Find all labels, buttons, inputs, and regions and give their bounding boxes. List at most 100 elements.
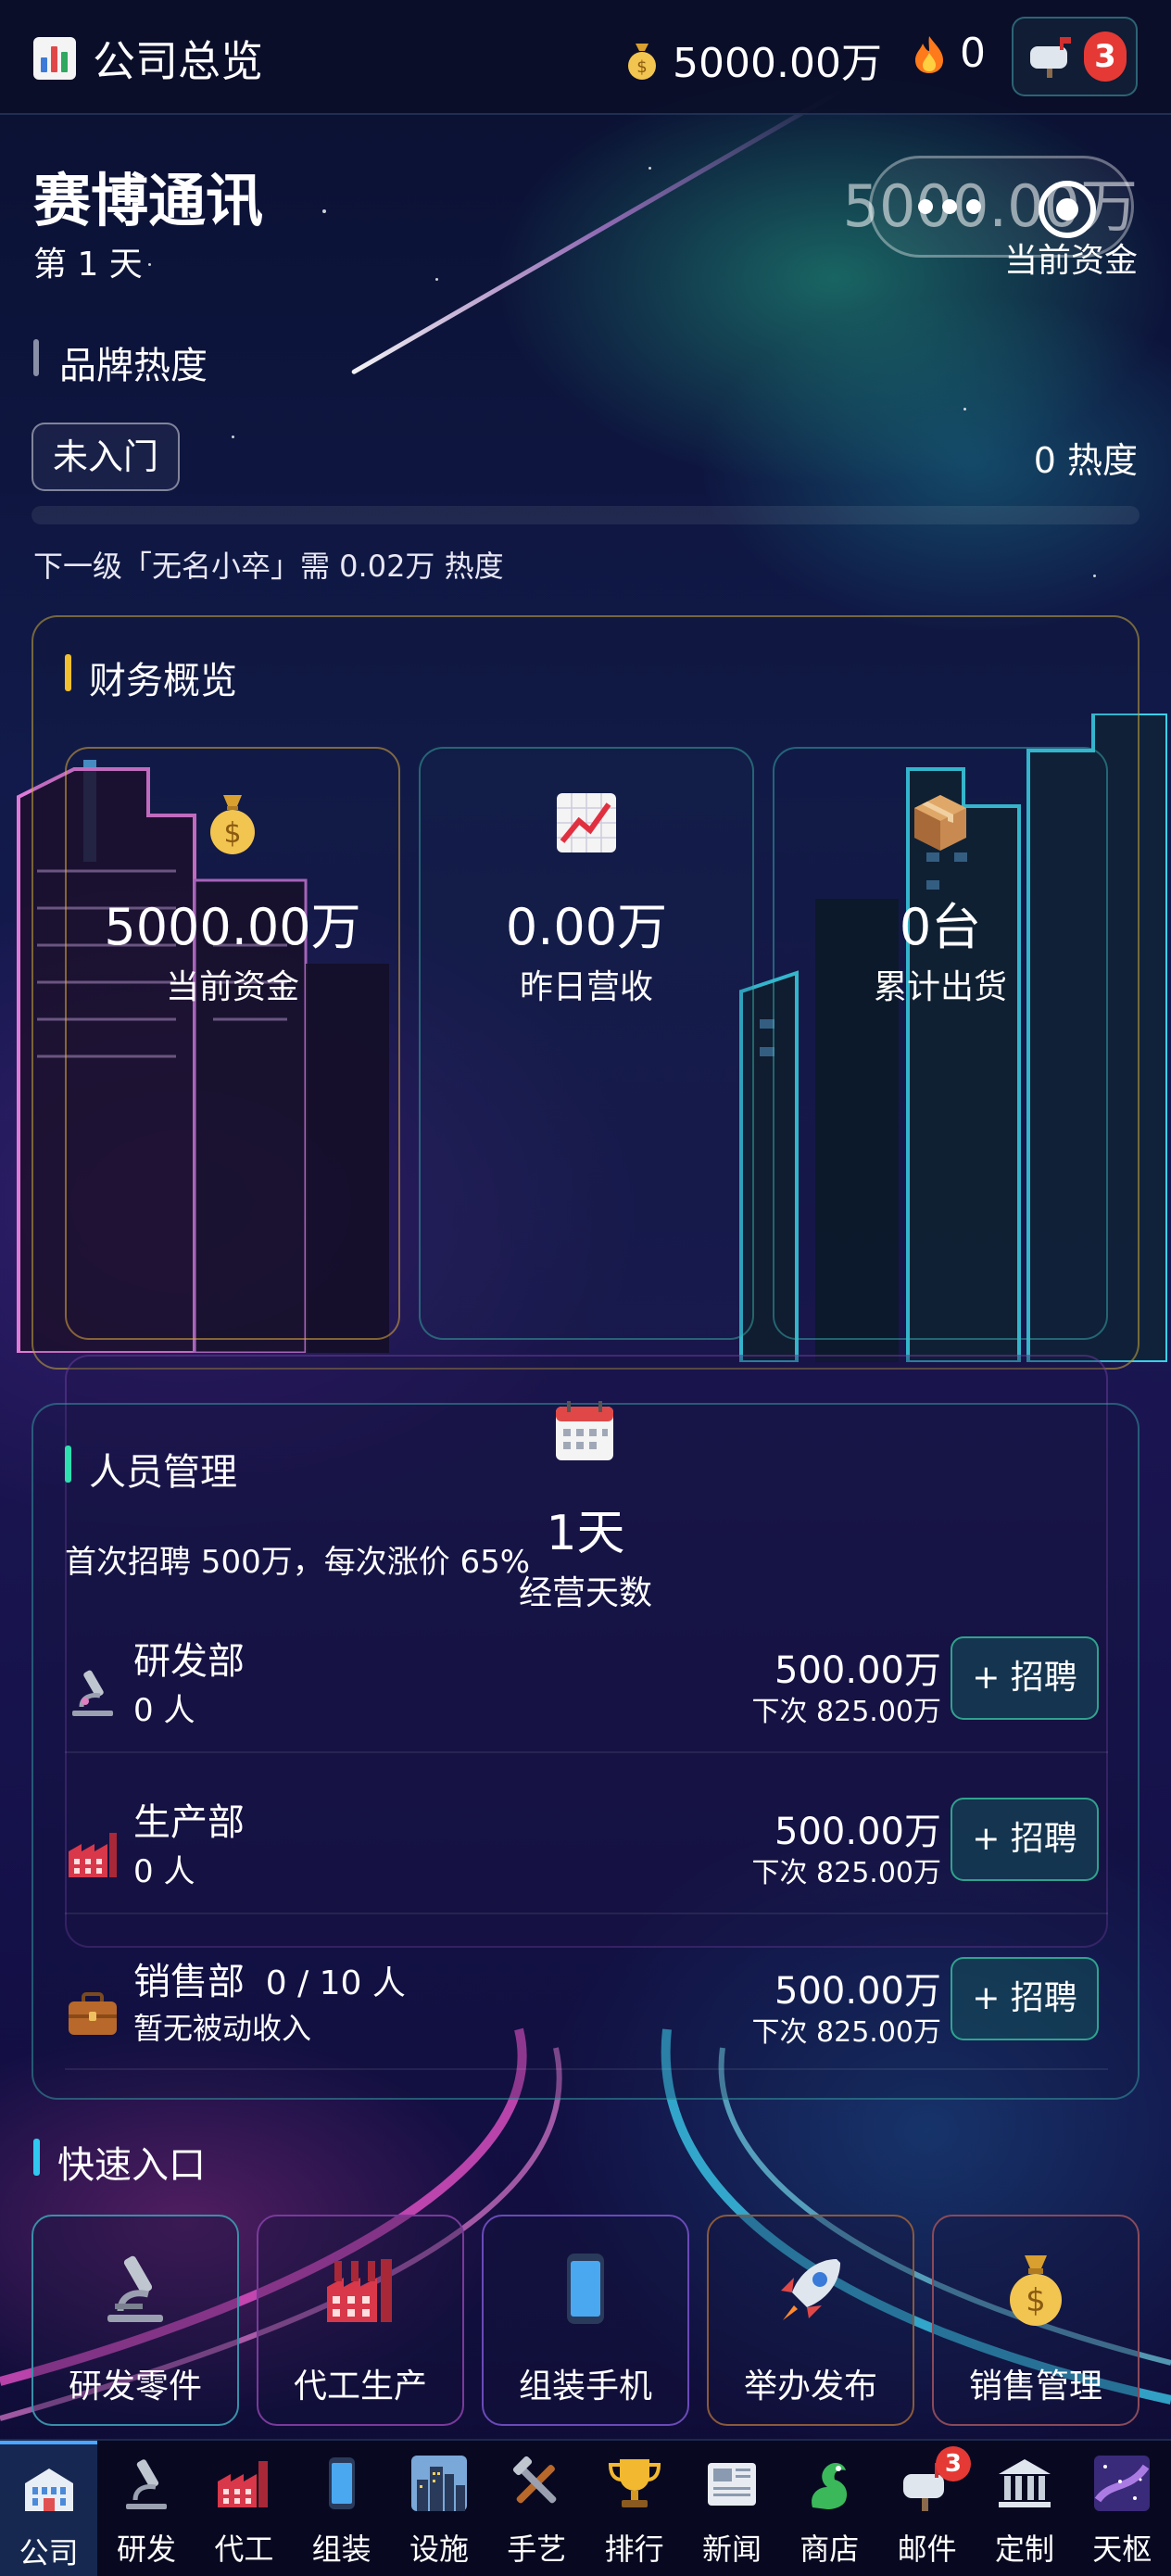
- page-title: 公司总览: [93, 36, 263, 86]
- brand-section-title: 品牌热度: [33, 335, 208, 389]
- nav-item-mail[interactable]: 3 邮件: [878, 2441, 976, 2576]
- nav-item-company[interactable]: 公司: [0, 2441, 98, 2576]
- dept-next-cost: 下次 825.00万: [751, 2016, 941, 2049]
- dept-headcount: 0 人: [133, 1692, 195, 1729]
- heat-indicator: 0: [908, 30, 986, 77]
- dept-row-production: 生产部 0 人 500.00万 下次 825.00万 + 招聘: [56, 1792, 1112, 1931]
- calendar-icon: [556, 1401, 613, 1460]
- finance-card-label: 昨日营收: [519, 968, 653, 1006]
- mail-button[interactable]: 3: [1012, 17, 1138, 96]
- close-target-icon[interactable]: [1039, 181, 1096, 238]
- nav-label: 新闻: [701, 2532, 762, 2567]
- mail-nav-badge: 3: [935, 2446, 971, 2481]
- nav-label: 代工: [214, 2532, 274, 2567]
- dept-name-text: 销售部: [133, 1961, 245, 2003]
- dept-headcount: 0 人: [133, 1853, 195, 1890]
- bottom-nav: 公司 研发 代工 组装 设施 手艺 排行 新闻 商店 3 邮件 定制 天枢: [0, 2439, 1171, 2576]
- top-bar: 公司总览 $ 5000.00万 0 3: [0, 0, 1171, 115]
- finance-card-revenue[interactable]: 0.00万 昨日营收: [419, 747, 754, 1340]
- nav-item-custom[interactable]: 定制: [976, 2441, 1073, 2576]
- phone-icon: [567, 2254, 604, 2324]
- staff-title: 人员管理: [65, 1442, 237, 1496]
- newspaper-icon: [707, 2463, 756, 2506]
- hire-note: 首次招聘 500万，每次涨价 65%: [65, 1544, 531, 1581]
- bank-icon: [998, 2459, 1051, 2507]
- dept-name: 销售部 0 / 10 人: [133, 1951, 406, 2005]
- mail-badge: 3: [1084, 32, 1127, 82]
- package-icon: [914, 795, 966, 851]
- mailbox-icon: [1030, 37, 1071, 78]
- hire-button-production[interactable]: + 招聘: [951, 1798, 1099, 1881]
- nav-label: 手艺: [507, 2532, 567, 2567]
- quick-item-label: 研发零件: [68, 2368, 202, 2406]
- quick-item-launch[interactable]: 举办发布: [707, 2215, 914, 2426]
- quick-item-assemble[interactable]: 组装手机: [482, 2215, 689, 2426]
- svg-text:$: $: [1026, 2282, 1046, 2319]
- dept-headcount: 0 / 10 人: [265, 1964, 406, 2002]
- divider: [65, 1751, 1108, 1753]
- dept-cost: 500.00万: [774, 1811, 941, 1853]
- quick-entry-title: 快速入口: [33, 2135, 206, 2189]
- mini-program-capsule[interactable]: [869, 156, 1134, 258]
- company-day: 第 1 天: [33, 246, 143, 284]
- svg-text:$: $: [223, 817, 241, 850]
- quick-item-oem[interactable]: 代工生产: [257, 2215, 464, 2426]
- quick-item-label: 销售管理: [968, 2368, 1102, 2406]
- nav-item-craft[interactable]: 手艺: [488, 2441, 586, 2576]
- finance-card-cash[interactable]: $ 5000.00万 当前资金: [65, 747, 400, 1340]
- dept-cost: 500.00万: [774, 1649, 941, 1692]
- hire-button-sales[interactable]: + 招聘: [951, 1957, 1099, 2040]
- microscope-icon: [72, 1670, 113, 1716]
- nav-item-facilities[interactable]: 设施: [390, 2441, 487, 2576]
- brand-progress-bar: [31, 506, 1140, 524]
- nav-label: 天枢: [1092, 2532, 1152, 2567]
- divider: [65, 2068, 1108, 2070]
- divider: [65, 1913, 1108, 1914]
- phone-icon: [328, 2457, 355, 2509]
- trophy-icon: [608, 2459, 661, 2507]
- dept-name: 研发部: [133, 1640, 245, 1683]
- nav-item-oem[interactable]: 代工: [195, 2441, 293, 2576]
- quick-item-label: 组装手机: [518, 2368, 652, 2406]
- money-bag-icon: $: [628, 44, 656, 80]
- nav-label: 邮件: [897, 2532, 957, 2567]
- microscope-icon: [107, 2255, 163, 2322]
- tools-icon: [513, 2456, 557, 2504]
- nav-item-tianshu[interactable]: 天枢: [1074, 2441, 1171, 2576]
- factory-icon: [69, 1833, 117, 1877]
- nav-item-ranking[interactable]: 排行: [586, 2441, 683, 2576]
- quick-item-label: 代工生产: [293, 2368, 427, 2406]
- quick-item-rd-parts[interactable]: 研发零件: [31, 2215, 239, 2426]
- rocket-icon: [781, 2259, 840, 2320]
- nav-label: 研发: [116, 2532, 176, 2567]
- nav-item-assemble[interactable]: 组装: [293, 2441, 390, 2576]
- factory-icon: [218, 2461, 269, 2507]
- finance-card-label: 累计出货: [873, 968, 1007, 1006]
- nav-item-shop[interactable]: 商店: [781, 2441, 878, 2576]
- city-icon: [410, 2456, 467, 2511]
- money-value: 5000.00万: [673, 40, 882, 87]
- money-bag-icon: $: [1010, 2255, 1062, 2326]
- money-bag-icon: $: [210, 795, 255, 854]
- finance-card-value: 5000.00万: [104, 898, 361, 956]
- nav-label: 排行: [604, 2532, 664, 2567]
- quick-item-sales[interactable]: $ 销售管理: [932, 2215, 1140, 2426]
- nav-label: 组装: [311, 2532, 371, 2567]
- svg-text:$: $: [636, 57, 647, 77]
- microscope-icon: [125, 2459, 167, 2509]
- money-indicator: $ 5000.00万: [621, 30, 882, 89]
- dept-cost: 500.00万: [774, 1970, 941, 2013]
- finance-card-value: 0台: [899, 898, 982, 956]
- nav-label: 商店: [800, 2532, 860, 2567]
- dept-name: 生产部: [133, 1801, 245, 1844]
- more-icon[interactable]: [918, 199, 981, 214]
- dept-passive-income: 暂无被动收入: [133, 2011, 312, 2046]
- nav-item-news[interactable]: 新闻: [683, 2441, 780, 2576]
- nav-item-rd[interactable]: 研发: [97, 2441, 195, 2576]
- dragon-icon: [812, 2463, 848, 2509]
- next-level-hint: 下一级「无名小卒」需 0.02万 热度: [33, 549, 504, 584]
- fire-icon: [915, 35, 943, 73]
- finance-card-shipments[interactable]: 0台 累计出货: [773, 747, 1108, 1340]
- app-header: 公司总览: [33, 28, 263, 89]
- hire-button-rd[interactable]: + 招聘: [951, 1636, 1099, 1720]
